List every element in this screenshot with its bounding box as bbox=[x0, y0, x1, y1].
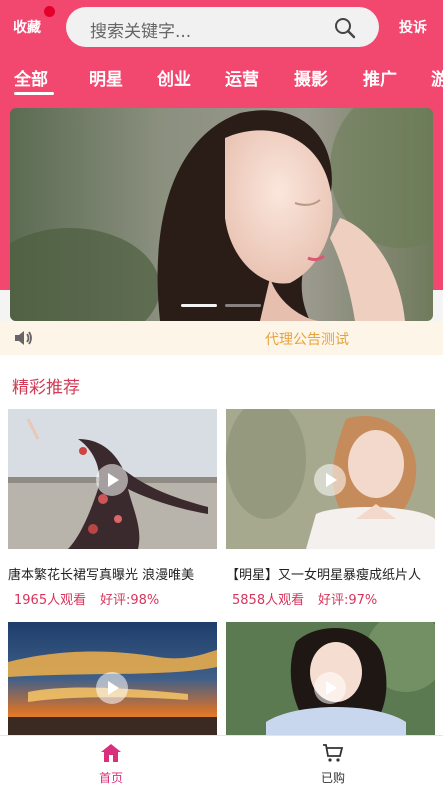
tab-all[interactable]: 全部 bbox=[14, 65, 48, 90]
notice-bar[interactable]: 代理公告测试 bbox=[0, 321, 443, 355]
search-input[interactable]: 搜索关键字... bbox=[90, 17, 191, 42]
play-icon[interactable] bbox=[96, 672, 128, 704]
view-count: 5858人观看 bbox=[232, 593, 305, 608]
carousel-indicators bbox=[181, 304, 261, 308]
tab-promotion[interactable]: 推广 bbox=[363, 65, 397, 90]
play-icon[interactable] bbox=[314, 672, 346, 704]
active-tab-indicator bbox=[14, 92, 54, 95]
nav-purchased[interactable]: 已购 bbox=[293, 736, 373, 791]
nav-home-label[interactable]: 首页 bbox=[71, 769, 151, 786]
nav-purchased-label[interactable]: 已购 bbox=[293, 769, 373, 786]
video-thumbnail[interactable] bbox=[8, 622, 217, 735]
play-icon[interactable] bbox=[96, 464, 128, 496]
banner-carousel[interactable] bbox=[10, 108, 433, 321]
complain-button[interactable]: 投诉 bbox=[399, 17, 427, 37]
notice-text: 代理公告测试 bbox=[265, 332, 349, 348]
tab-photography[interactable]: 摄影 bbox=[294, 65, 328, 90]
video-thumbnail[interactable] bbox=[226, 622, 435, 735]
category-tabs: 全部 明星 创业 运营 摄影 推广 游 bbox=[0, 58, 443, 100]
rating: 好评:97% bbox=[318, 593, 378, 608]
nav-home[interactable]: 首页 bbox=[71, 736, 151, 791]
speaker-icon bbox=[15, 331, 32, 345]
home-icon[interactable] bbox=[100, 742, 122, 764]
banner-image bbox=[10, 108, 433, 321]
video-thumbnail[interactable] bbox=[226, 409, 435, 549]
search-bar[interactable]: 搜索关键字... bbox=[66, 7, 379, 47]
carousel-dot[interactable] bbox=[225, 304, 261, 307]
favorites-button[interactable]: 收藏 bbox=[13, 17, 41, 37]
notification-dot bbox=[44, 6, 55, 17]
video-thumbnail[interactable] bbox=[8, 409, 217, 549]
carousel-dot[interactable] bbox=[181, 304, 217, 307]
recommend-section: 精彩推荐 唐本繁花长裙写真曝光 浪漫唯美 1965人观看 好评:98% 【明星】… bbox=[0, 355, 443, 735]
play-icon[interactable] bbox=[314, 464, 346, 496]
top-header: 收藏 搜索关键字... 投诉 bbox=[0, 0, 443, 55]
tab-games[interactable]: 游 bbox=[431, 65, 443, 90]
bottom-navigation: 首页 已购 bbox=[0, 735, 443, 791]
view-count: 1965人观看 bbox=[14, 593, 87, 608]
rating: 好评:98% bbox=[100, 593, 160, 608]
video-title[interactable]: 【明星】又一女明星暴瘦成纸片人 bbox=[226, 564, 435, 583]
tab-startup[interactable]: 创业 bbox=[157, 65, 191, 90]
section-title: 精彩推荐 bbox=[12, 378, 80, 398]
tab-stars[interactable]: 明星 bbox=[89, 65, 123, 90]
cart-icon[interactable] bbox=[322, 742, 344, 764]
search-icon[interactable] bbox=[333, 16, 357, 40]
video-title[interactable]: 唐本繁花长裙写真曝光 浪漫唯美 bbox=[8, 564, 217, 583]
tab-operations[interactable]: 运营 bbox=[225, 65, 259, 90]
